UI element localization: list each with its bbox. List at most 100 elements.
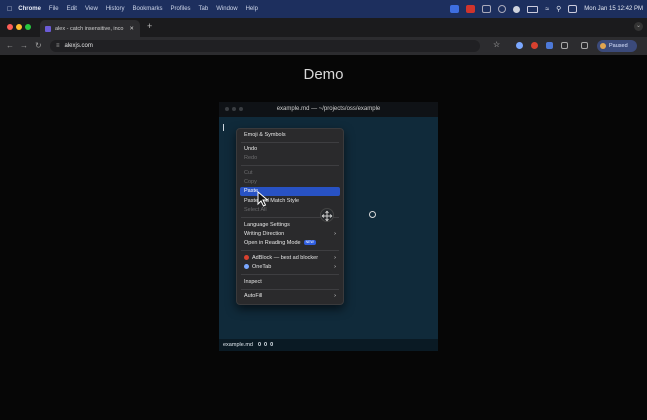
avatar bbox=[600, 43, 606, 49]
adblock-icon bbox=[244, 255, 249, 261]
menu-item-cut[interactable]: Cut bbox=[240, 169, 340, 178]
menu-profiles[interactable]: Profiles bbox=[171, 6, 191, 12]
menu-item-label: AdBlock — best ad blocker bbox=[252, 255, 319, 261]
forward-icon[interactable]: → bbox=[20, 41, 28, 50]
back-icon[interactable]: ← bbox=[6, 41, 14, 50]
extensions-puzzle-icon[interactable] bbox=[561, 42, 568, 49]
zoom-window-icon[interactable] bbox=[25, 24, 31, 30]
menu-divider bbox=[241, 142, 339, 143]
menu-tab[interactable]: Tab bbox=[199, 6, 209, 12]
status-count-2: 0 bbox=[264, 342, 268, 348]
address-url: alexjs.com bbox=[64, 43, 93, 49]
mouse-pointer-icon bbox=[257, 191, 269, 207]
menu-item-label: Cut bbox=[244, 170, 253, 176]
menu-view[interactable]: View bbox=[85, 6, 98, 12]
site-settings-icon[interactable]: ≡ bbox=[56, 43, 60, 49]
menu-divider bbox=[241, 274, 339, 275]
extension-onetab-icon[interactable] bbox=[516, 42, 523, 49]
status-filename: example.md bbox=[223, 342, 253, 348]
menu-item-undo[interactable]: Undo bbox=[240, 145, 340, 154]
menu-item-label: Select All bbox=[244, 207, 267, 213]
menu-edit[interactable]: Edit bbox=[67, 6, 77, 12]
menu-divider bbox=[241, 250, 339, 251]
menu-item-autofill[interactable]: AutoFill › bbox=[240, 292, 340, 301]
new-tab-icon[interactable]: + bbox=[147, 21, 152, 31]
editor-status-bar: example.md 0 0 0 bbox=[219, 339, 438, 351]
menu-bookmarks[interactable]: Bookmarks bbox=[133, 6, 163, 12]
submenu-chevron-icon: › bbox=[334, 255, 336, 261]
onetab-icon bbox=[244, 264, 249, 270]
profile-button[interactable]: Paused bbox=[597, 40, 637, 52]
macos-menu-bar:  Chrome File Edit View History Bookmark… bbox=[0, 0, 647, 18]
menu-item-label: Open in Reading Mode bbox=[244, 240, 301, 246]
tab-title: alex - catch insensitive, inco bbox=[55, 25, 124, 32]
menu-item-inspect[interactable]: Inspect bbox=[240, 278, 340, 287]
menu-app-name[interactable]: Chrome bbox=[18, 6, 41, 12]
menu-item-label: Redo bbox=[244, 155, 258, 161]
new-badge: NEW bbox=[303, 240, 316, 246]
wifi-icon[interactable]: ≈ bbox=[545, 6, 549, 13]
menu-item-label: Language Settings bbox=[244, 222, 290, 228]
side-panel-icon[interactable] bbox=[581, 42, 588, 49]
minimize-window-icon[interactable] bbox=[16, 24, 22, 30]
editor-minimize-icon[interactable] bbox=[232, 107, 236, 111]
menu-item-label: Emoji & Symbols bbox=[244, 132, 286, 138]
browser-toolbar: ← → ↻ ≡ alexjs.com ☆ Paused bbox=[0, 37, 647, 55]
menu-item-paste-match-style[interactable]: Paste and Match Style bbox=[240, 197, 340, 206]
status-count-3: 0 bbox=[270, 342, 274, 348]
menu-divider bbox=[241, 165, 339, 166]
menu-item-adblock[interactable]: AdBlock — best ad blocker › bbox=[240, 254, 340, 263]
editor-title-bar: example.md — ~/projects/oss/example bbox=[219, 102, 438, 117]
menu-window[interactable]: Window bbox=[216, 6, 237, 12]
tab-strip: alex - catch insensitive, inco ✕ + ⌄ bbox=[0, 18, 647, 37]
menu-item-label: Paste bbox=[244, 188, 259, 194]
editor-zoom-icon[interactable] bbox=[239, 107, 243, 111]
menu-item-onetab[interactable]: OneTab › bbox=[240, 263, 340, 272]
menu-divider bbox=[241, 289, 339, 290]
menu-item-label: OneTab bbox=[252, 264, 272, 270]
submenu-chevron-icon: › bbox=[334, 231, 336, 237]
submenu-chevron-icon: › bbox=[334, 293, 336, 299]
menu-file[interactable]: File bbox=[49, 6, 59, 12]
menu-item-label: Paste and Match Style bbox=[244, 198, 300, 204]
menu-item-writing-direction[interactable]: Writing Direction › bbox=[240, 230, 340, 239]
clock-icon[interactable] bbox=[498, 5, 507, 13]
screen-icon[interactable] bbox=[450, 5, 460, 13]
extension-icon[interactable] bbox=[546, 42, 553, 49]
search-icon[interactable]: ⚲ bbox=[556, 5, 561, 13]
status-count-1: 0 bbox=[257, 342, 262, 348]
submenu-chevron-icon: › bbox=[334, 264, 336, 270]
editor-title: example.md — ~/projects/oss/example bbox=[276, 106, 381, 112]
menu-item-label: AutoFill bbox=[244, 293, 263, 299]
click-indicator-icon bbox=[369, 211, 376, 218]
text-caret[interactable] bbox=[223, 124, 224, 131]
apple-icon[interactable]:  bbox=[7, 6, 12, 13]
close-tab-icon[interactable]: ✕ bbox=[129, 26, 134, 32]
menu-item-reading-mode[interactable]: Open in Reading Mode NEW bbox=[240, 239, 340, 248]
reload-icon[interactable]: ↻ bbox=[35, 41, 42, 50]
battery-icon[interactable] bbox=[527, 5, 539, 13]
profile-status: Paused bbox=[609, 43, 628, 49]
extension-adblock-icon[interactable] bbox=[531, 42, 538, 49]
move-cursor-icon bbox=[320, 208, 334, 222]
screenshot-icon[interactable] bbox=[482, 5, 492, 13]
address-bar[interactable]: ≡ alexjs.com bbox=[50, 40, 480, 52]
bookmark-star-icon[interactable]: ☆ bbox=[493, 40, 500, 49]
control-center-icon[interactable] bbox=[568, 5, 578, 13]
menu-item-copy[interactable]: Copy bbox=[240, 178, 340, 187]
menu-item-paste[interactable]: Paste bbox=[240, 187, 340, 196]
menu-help[interactable]: Help bbox=[246, 6, 258, 12]
tab-search-icon[interactable]: ⌄ bbox=[634, 22, 643, 31]
menubar-clock[interactable]: Mon Jan 15 12:42 PM bbox=[584, 6, 643, 12]
tab-favicon-icon bbox=[45, 25, 51, 32]
menu-item-label: Undo bbox=[244, 146, 258, 152]
close-window-icon[interactable] bbox=[7, 24, 13, 30]
record-icon[interactable] bbox=[466, 5, 476, 13]
menu-item-label: Copy bbox=[244, 179, 257, 185]
editor-close-icon[interactable] bbox=[225, 107, 229, 111]
cloud-icon[interactable] bbox=[513, 5, 521, 13]
browser-tab[interactable]: alex - catch insensitive, inco ✕ bbox=[40, 20, 140, 37]
menu-history[interactable]: History bbox=[106, 6, 125, 12]
menu-item-redo[interactable]: Redo bbox=[240, 154, 340, 163]
menu-item-emoji-symbols[interactable]: Emoji & Symbols bbox=[240, 131, 340, 140]
